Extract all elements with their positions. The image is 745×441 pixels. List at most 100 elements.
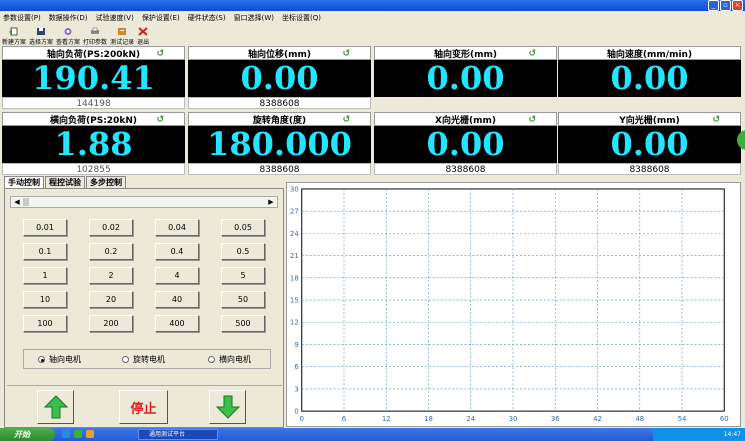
step-button[interactable]: 0.05 (221, 219, 265, 236)
meter-raw-value: 8388608 (188, 163, 371, 175)
meter-value: 190.41 (2, 60, 185, 97)
step-button[interactable]: 0.5 (221, 243, 265, 260)
meter-value: 0.00 (374, 60, 557, 97)
speed-scrollbar[interactable]: ◀ ▶ (10, 196, 278, 208)
meter-value: 0.00 (558, 60, 741, 97)
scroll-left-icon[interactable]: ◀ (12, 197, 22, 207)
menu-item-axes[interactable]: 坐标设置(Q) (282, 13, 321, 23)
arrow-up-icon (43, 395, 68, 419)
clock: 14:47 (723, 431, 741, 438)
step-button[interactable]: 0.01 (23, 219, 67, 236)
step-button[interactable]: 1 (23, 267, 67, 284)
refresh-icon[interactable]: ↺ (156, 115, 164, 125)
y-tick-label: 3 (294, 385, 298, 393)
step-button[interactable]: 0.1 (23, 243, 67, 260)
step-button[interactable]: 500 (221, 315, 265, 332)
y-tick-label: 15 (290, 297, 299, 305)
browser-icon[interactable] (74, 430, 82, 438)
x-tick-label: 60 (720, 415, 729, 423)
menu-item-params[interactable]: 参数设置(P) (3, 13, 41, 23)
taskbar-app-item[interactable]: 通用测试平台 (138, 429, 218, 440)
step-button[interactable]: 5 (221, 267, 265, 284)
step-button[interactable]: 200 (89, 315, 133, 332)
menu-item-data[interactable]: 数据操作(D) (49, 13, 88, 23)
meter-title: 轴向速度(mm/min) (606, 49, 693, 60)
meter-x-grating: X向光栅(mm) ↺ 0.00 8388608 (374, 112, 557, 176)
minimize-icon[interactable]: _ (708, 0, 719, 11)
tab-multi-step[interactable]: 多步控制 (86, 176, 126, 188)
motor-selector: 轴向电机 旋转电机 横向电机 (23, 349, 271, 369)
close-icon[interactable]: × (732, 0, 743, 11)
refresh-icon[interactable]: ↺ (156, 49, 164, 59)
y-tick-label: 27 (290, 208, 299, 216)
meter-y-grating: Y向光栅(mm) ↺ 0.00 8388608 (558, 112, 741, 176)
meter-axial-speed: 轴向速度(mm/min) 0.00 (558, 46, 741, 110)
test-record-button[interactable]: 测试记录 (110, 27, 134, 46)
tab-manual-control[interactable]: 手动控制 (4, 176, 44, 188)
meter-value: 1.88 (2, 126, 185, 163)
y-tick-label: 21 (290, 252, 299, 260)
meter-value: 180.000 (188, 126, 371, 163)
meter-title: 横向负荷(PS:20kN) (50, 115, 137, 126)
radio-rotation[interactable] (122, 356, 129, 363)
menu-item-window[interactable]: 窗口选择(W) (234, 13, 274, 23)
desktop-icon[interactable] (62, 430, 70, 438)
select-scheme-button[interactable]: 选择方案 (29, 27, 53, 46)
scroll-right-icon[interactable]: ▶ (266, 197, 276, 207)
move-down-button[interactable] (209, 390, 246, 424)
refresh-icon[interactable]: ↺ (528, 115, 536, 125)
motor-option-lateral[interactable]: 横向电机 (208, 354, 251, 365)
move-up-button[interactable] (37, 390, 74, 424)
print-params-button[interactable]: 打印参数 (83, 27, 107, 46)
tab-program-test[interactable]: 程控试验 (45, 176, 85, 188)
step-button[interactable]: 40 (155, 291, 199, 308)
motor-option-rotation[interactable]: 旋转电机 (122, 354, 165, 365)
step-button[interactable]: 0.2 (89, 243, 133, 260)
x-tick-label: 18 (424, 415, 433, 423)
step-button[interactable]: 10 (23, 291, 67, 308)
step-button[interactable]: 400 (155, 315, 199, 332)
refresh-icon[interactable]: ↺ (712, 115, 720, 125)
x-tick-label: 36 (551, 415, 560, 423)
print-icon (91, 27, 100, 34)
toolbar: 新建方案 选择方案 查看方案 打印参数 测试记录 退出 (0, 25, 745, 46)
y-tick-label: 30 (290, 185, 299, 193)
motor-option-axial[interactable]: 轴向电机 (38, 354, 81, 365)
stop-button[interactable]: 停止 (119, 390, 168, 424)
step-button[interactable]: 0.02 (89, 219, 133, 236)
radio-axial[interactable] (38, 356, 45, 363)
meter-value: 0.00 (374, 126, 557, 163)
meter-raw-value: 144198 (2, 97, 185, 109)
radio-lateral[interactable] (208, 356, 215, 363)
menu-item-speed[interactable]: 试验速度(V) (96, 13, 134, 23)
meter-raw-value: 8388608 (374, 163, 557, 175)
step-button[interactable]: 0.04 (155, 219, 199, 236)
menu-item-hardware[interactable]: 硬件状态(S) (188, 13, 226, 23)
restore-icon[interactable]: ▫ (720, 0, 731, 11)
start-button[interactable]: 开始 (0, 428, 55, 441)
menu-item-protection[interactable]: 保护设置(E) (142, 13, 180, 23)
view-scheme-button[interactable]: 查看方案 (56, 27, 80, 46)
exit-button[interactable]: 退出 (137, 27, 149, 46)
meter-axial-load: 轴向负荷(PS:200kN) ↺ 190.41 144198 (2, 46, 185, 110)
step-button[interactable]: 100 (23, 315, 67, 332)
step-button[interactable]: 50 (221, 291, 265, 308)
record-icon (118, 28, 127, 35)
exit-icon (138, 27, 148, 36)
motion-buttons: 停止 (7, 385, 282, 427)
meter-rotation-angle: 旋转角度(度) ↺ 180.000 8388608 (188, 112, 371, 176)
refresh-icon[interactable]: ↺ (528, 49, 536, 59)
step-button[interactable]: 20 (89, 291, 133, 308)
step-button[interactable]: 4 (155, 267, 199, 284)
tab-body: ◀ ▶ 0.01 0.02 0.04 0.05 0.1 0.2 0.4 0.5 1 2 4 5 10 20… (4, 188, 284, 428)
refresh-icon[interactable]: ↺ (342, 115, 350, 125)
refresh-icon[interactable]: ↺ (342, 49, 350, 59)
step-button[interactable]: 2 (89, 267, 133, 284)
scroll-thumb[interactable] (23, 198, 29, 206)
meter-raw-value: 102855 (2, 163, 185, 175)
arrow-down-icon (215, 395, 240, 419)
new-scheme-button[interactable]: 新建方案 (2, 27, 26, 46)
folder-icon[interactable] (86, 430, 94, 438)
step-button[interactable]: 0.4 (155, 243, 199, 260)
y-tick-label: 24 (290, 230, 299, 238)
